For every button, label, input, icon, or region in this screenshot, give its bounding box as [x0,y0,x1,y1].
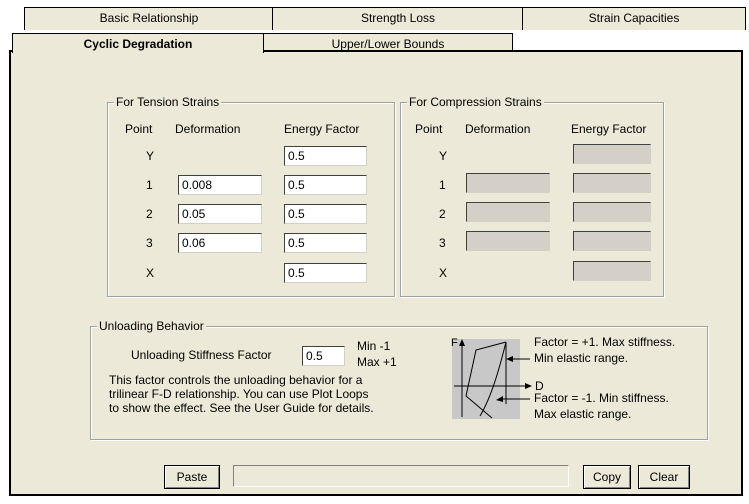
compression-2-energy-field [573,202,651,222]
point-label: 2 [146,207,153,221]
tab-label: Strength Loss [360,11,436,25]
tension-x-energy-field[interactable] [284,263,367,283]
tab-basic-relationship[interactable]: Basic Relationship [24,7,274,30]
status-field [233,465,569,487]
compression-2-deformation-field [466,202,550,222]
point-label: 3 [439,236,446,250]
tab-panel: For Tension Strains Point Deformation En… [9,50,743,496]
diagram-d-axis-arrow-icon [525,383,532,389]
point-label: Y [146,149,155,163]
point-label: X [146,266,155,280]
diagram-top-label-2: Min elastic range. [534,351,629,365]
tab-strength-loss[interactable]: Strength Loss [272,7,524,30]
tension-2-energy-field[interactable] [284,204,367,224]
tension-1-deformation-field[interactable] [178,175,262,195]
compression-x-energy-field [573,261,651,281]
copy-button[interactable]: Copy [583,465,631,489]
diagram-top-label-1: Factor = +1. Max stiffness. [534,335,676,349]
tension-1-energy-field[interactable] [284,175,367,195]
point-label: X [439,266,448,280]
diagram-bottom-label-1: Factor = -1. Min stiffness. [534,391,669,405]
point-label: Y [439,149,448,163]
tab-cyclic-degradation[interactable]: Cyclic Degradation [12,33,264,53]
group-title: For Tension Strains [114,95,222,109]
tab-label: Strain Capacities [588,11,680,25]
unloading-factor-label: Unloading Stiffness Factor [131,348,272,362]
unloading-description-line: This factor controls the unloading behav… [109,373,363,387]
clear-button[interactable]: Clear [638,465,690,489]
unloading-min-label: Min -1 [357,339,391,353]
unloading-max-label: Max +1 [357,355,397,369]
unloading-factor-field[interactable] [302,346,345,366]
header-deformation: Deformation [175,122,241,136]
header-energy-factor: Energy Factor [571,122,647,136]
point-label: 3 [146,236,153,250]
unloading-description-line: to show the effect. See the User Guide f… [109,401,374,415]
header-deformation: Deformation [465,122,531,136]
compression-3-energy-field [573,231,651,251]
point-label: 2 [439,207,446,221]
tab-strain-capacities[interactable]: Strain Capacities [522,7,746,30]
compression-1-deformation-field [466,173,550,193]
tension-2-deformation-field[interactable] [178,204,262,224]
dialog-window: Basic Relationship Strength Loss Strain … [0,0,749,504]
point-label: 1 [146,178,153,192]
tab-label: Upper/Lower Bounds [331,37,445,51]
group-title: Unloading Behavior [97,319,206,333]
compression-1-energy-field [573,173,651,193]
group-title: For Compression Strains [407,95,544,109]
header-point: Point [415,122,443,136]
tab-label: Basic Relationship [99,11,199,25]
paste-button[interactable]: Paste [164,465,220,489]
point-label: 1 [439,178,446,192]
diagram-bottom-label-2: Max elastic range. [534,407,632,421]
tension-3-energy-field[interactable] [284,233,367,253]
header-point: Point [125,122,153,136]
diagram-f-label: F [451,337,458,349]
compression-y-energy-field [573,144,651,164]
force-deformation-diagram: F D Factor = +1. Max stiffness. Min elas… [440,335,692,426]
unloading-description-line: trilinear F-D relationship. You can use … [109,387,369,401]
tension-3-deformation-field[interactable] [178,233,262,253]
tension-y-energy-field[interactable] [284,146,367,166]
compression-3-deformation-field [466,231,550,251]
tab-label: Cyclic Degradation [83,37,193,51]
header-energy-factor: Energy Factor [284,122,360,136]
